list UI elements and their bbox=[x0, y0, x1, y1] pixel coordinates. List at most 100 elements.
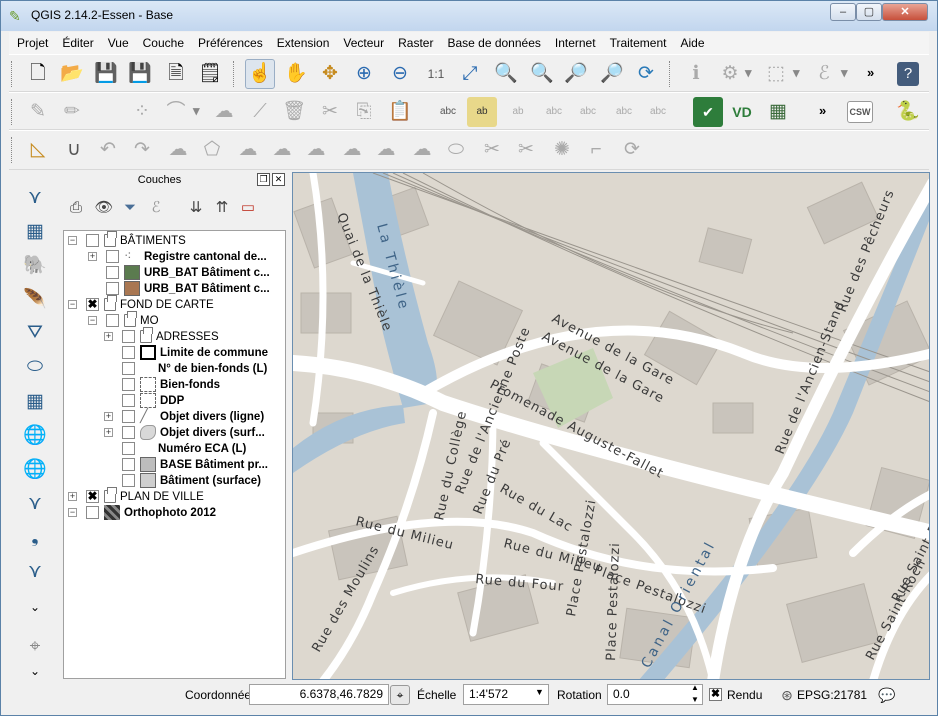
move-label-button[interactable]: abc bbox=[573, 97, 603, 127]
filter-legend-button[interactable]: ⏷ bbox=[119, 196, 141, 218]
chevron-down-icon[interactable]: ▾ bbox=[745, 65, 752, 81]
layer-group-row[interactable]: + ADRESSES bbox=[64, 327, 285, 345]
layer-row[interactable]: BASE Bâtiment pr... bbox=[64, 457, 285, 473]
expand-icon[interactable]: + bbox=[104, 412, 113, 421]
fill-ring-button[interactable]: ☁ bbox=[301, 135, 331, 165]
menu-vecteur[interactable]: Vecteur bbox=[336, 33, 391, 53]
delete-ring-button[interactable]: ☁ bbox=[337, 135, 367, 165]
layer-visibility-checkbox[interactable] bbox=[106, 250, 119, 263]
filter-expression-button[interactable]: ℰ bbox=[145, 196, 167, 218]
chevron-down-icon[interactable]: ▾ bbox=[793, 65, 800, 81]
coordinate-toggle-button[interactable]: ⌖ bbox=[390, 685, 410, 705]
crs-button[interactable]: ⊛ bbox=[777, 685, 797, 705]
render-checkbox[interactable]: ✖ bbox=[709, 688, 722, 701]
panel-float-button[interactable]: ❐ bbox=[257, 173, 270, 186]
rotate-feature-button[interactable]: ☁ bbox=[163, 135, 193, 165]
add-vector-layer-button[interactable]: ⋎ bbox=[20, 182, 50, 212]
add-part-button[interactable]: ☁ bbox=[267, 135, 297, 165]
layer-visibility-checkbox[interactable] bbox=[122, 330, 135, 343]
zoom-selection-button[interactable]: 🔍 bbox=[491, 59, 521, 89]
collapse-icon[interactable]: − bbox=[68, 300, 77, 309]
collapse-icon[interactable]: − bbox=[68, 508, 77, 517]
menu-extension[interactable]: Extension bbox=[270, 33, 337, 53]
zoom-native-button[interactable]: 1:1 bbox=[421, 59, 451, 89]
layer-styling-button[interactable]: ⎙ bbox=[65, 196, 87, 218]
rotate-label-button[interactable]: abc bbox=[609, 97, 639, 127]
layer-row[interactable]: Bâtiment (surface) bbox=[64, 473, 285, 489]
layer-visibility-checkbox[interactable] bbox=[122, 426, 135, 439]
delete-selected-button[interactable]: 🗑 bbox=[279, 97, 309, 127]
menu-preferences[interactable]: Préférences bbox=[191, 33, 270, 53]
save-as-button[interactable]: 💾 bbox=[125, 59, 155, 89]
chevron-down-icon[interactable]: ▾ bbox=[841, 65, 848, 81]
identify-button[interactable]: ℹ bbox=[681, 59, 711, 89]
refresh-button[interactable]: ⟳ bbox=[631, 59, 661, 89]
cut-features-button[interactable]: ✂ bbox=[315, 97, 345, 127]
menu-couche[interactable]: Couche bbox=[136, 33, 191, 53]
new-project-button[interactable]: 🗋 bbox=[23, 59, 53, 89]
layer-visibility-checkbox[interactable] bbox=[122, 362, 135, 375]
add-wms-layer-button[interactable]: ▦ bbox=[20, 386, 50, 416]
messages-button[interactable]: 💬 bbox=[877, 685, 897, 705]
menu-projet[interactable]: Projet bbox=[9, 33, 55, 53]
layer-group-row[interactable]: + ✖ PLAN DE VILLE bbox=[64, 487, 285, 505]
toolbar-grip[interactable] bbox=[11, 61, 15, 87]
undo-button[interactable]: ↶ bbox=[93, 135, 123, 165]
zoom-in-button[interactable]: ⊕ bbox=[349, 59, 379, 89]
collapse-all-button[interactable]: ⇈ bbox=[211, 196, 233, 218]
layer-row[interactable]: + ⁖ Registre cantonal de... bbox=[64, 249, 285, 265]
offset-curve-button[interactable]: ⬭ bbox=[441, 135, 471, 165]
minimize-button[interactable]: ‒ bbox=[830, 3, 856, 21]
python-console-button[interactable]: 🐍 bbox=[893, 97, 923, 127]
manage-visibility-button[interactable]: 👁 bbox=[93, 196, 115, 218]
merge-features-button[interactable]: ✺ bbox=[547, 135, 577, 165]
expand-icon[interactable]: + bbox=[88, 252, 97, 261]
coordinate-field[interactable]: 6.6378,46.7829 bbox=[249, 684, 389, 705]
expand-all-button[interactable]: ⇊ bbox=[185, 196, 207, 218]
layer-row[interactable]: Limite de commune bbox=[64, 345, 285, 361]
collapse-icon[interactable]: − bbox=[88, 316, 97, 325]
toolbar-grip[interactable] bbox=[11, 99, 15, 125]
layer-group-row[interactable]: − MO bbox=[64, 311, 285, 329]
maximize-button[interactable]: ▢ bbox=[856, 3, 882, 21]
move-feature-button[interactable]: ☁ bbox=[209, 97, 239, 127]
map-canvas[interactable]: Quai de la Thièle La Thièle Avenue de la… bbox=[292, 172, 930, 680]
toolbar-grip[interactable] bbox=[11, 137, 15, 163]
layer-visibility-checkbox[interactable]: ✖ bbox=[86, 298, 99, 311]
pan-to-selection-button[interactable]: ✥ bbox=[315, 59, 345, 89]
layer-visibility-checkbox[interactable] bbox=[122, 410, 135, 423]
toolbar-more-button[interactable]: » bbox=[819, 103, 826, 118]
layer-visibility-checkbox[interactable] bbox=[122, 458, 135, 471]
menu-internet[interactable]: Internet bbox=[548, 33, 603, 53]
layer-row[interactable]: DDP bbox=[64, 393, 285, 409]
spin-up-icon[interactable]: ▲ bbox=[691, 683, 699, 692]
menu-raster[interactable]: Raster bbox=[391, 33, 440, 53]
csw-button[interactable]: CSW bbox=[847, 101, 873, 123]
plugin-vd-button[interactable]: VD bbox=[727, 97, 757, 127]
layer-group-row[interactable]: − ✖ FOND DE CARTE bbox=[64, 295, 285, 313]
layer-row[interactable]: + Objet divers (surf... bbox=[64, 425, 285, 441]
layer-labeling-button[interactable]: abc bbox=[433, 97, 463, 127]
show-hide-labels-button[interactable]: abc bbox=[539, 97, 569, 127]
redo-button[interactable]: ↷ bbox=[127, 135, 157, 165]
add-ring-button[interactable]: ☁ bbox=[233, 135, 263, 165]
toolbar-grip[interactable] bbox=[669, 61, 673, 87]
expand-icon[interactable]: + bbox=[104, 332, 113, 341]
layer-visibility-checkbox[interactable] bbox=[86, 506, 99, 519]
layer-group-row[interactable]: − BÂTIMENTS bbox=[64, 231, 285, 249]
expand-icon[interactable]: + bbox=[104, 428, 113, 437]
rotate-point-symbols-button[interactable]: ⟳ bbox=[617, 135, 647, 165]
menu-editer[interactable]: Éditer bbox=[55, 33, 100, 53]
layer-visibility-checkbox[interactable] bbox=[106, 314, 119, 327]
edit-node-button[interactable]: ⟋ bbox=[245, 97, 275, 127]
layer-row[interactable]: N° de bien-fonds (L) bbox=[64, 361, 285, 377]
split-parts-button[interactable]: ✂ bbox=[511, 135, 541, 165]
layer-visibility-checkbox[interactable] bbox=[106, 282, 119, 295]
expand-icon[interactable]: + bbox=[68, 492, 77, 501]
help-button[interactable]: ? bbox=[897, 62, 919, 86]
select-features-button[interactable]: ⬚ bbox=[761, 59, 791, 89]
open-project-button[interactable]: 📂 bbox=[57, 59, 87, 89]
select-by-expression-button[interactable]: ℰ bbox=[809, 59, 839, 89]
spin-down-icon[interactable]: ▼ bbox=[691, 695, 699, 704]
action-button[interactable]: ⚙ bbox=[715, 59, 745, 89]
